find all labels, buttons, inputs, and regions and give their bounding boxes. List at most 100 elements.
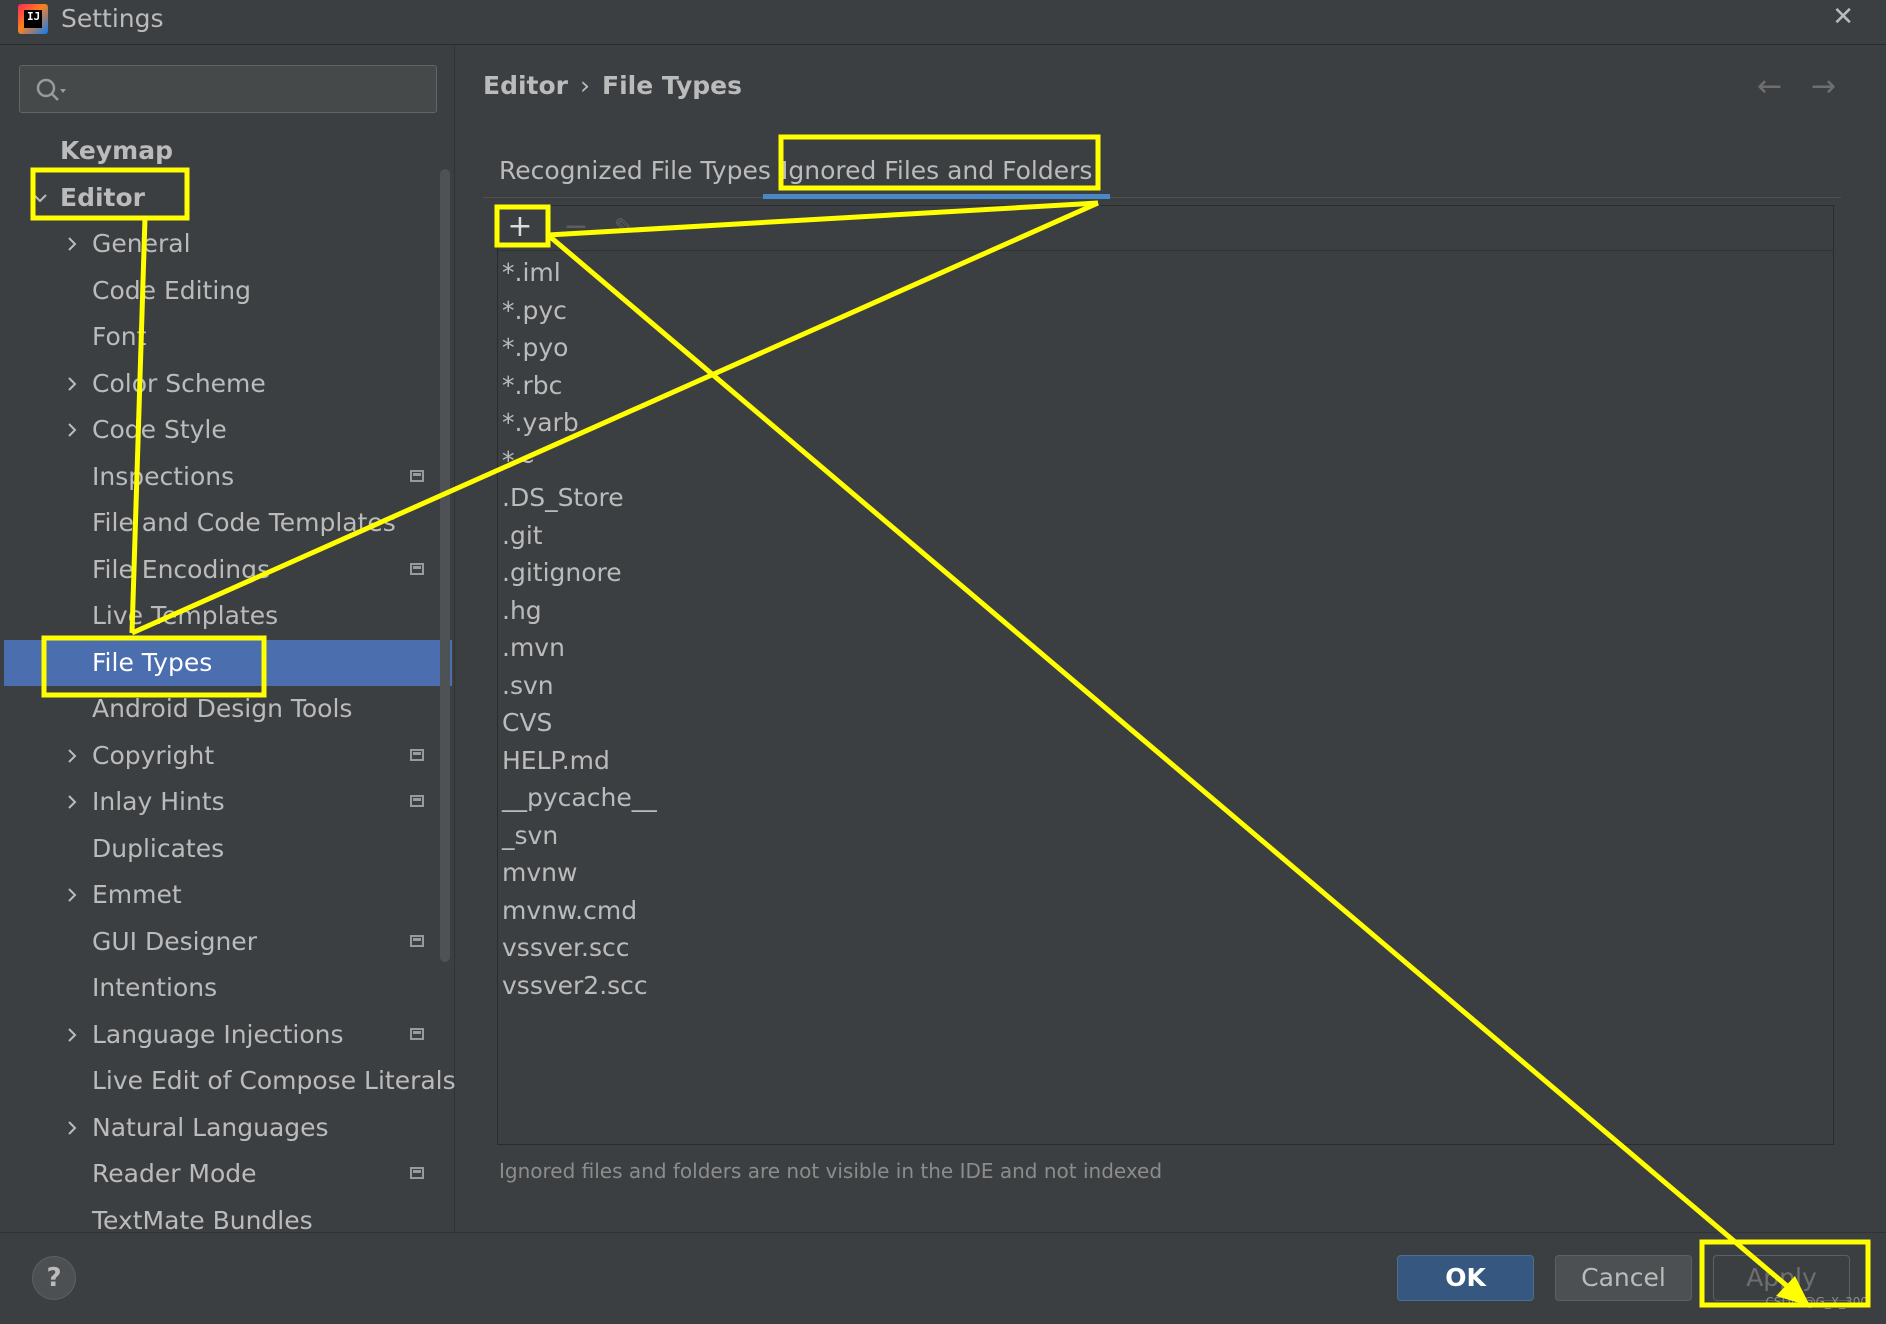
sidebar-item-inlay-hints[interactable]: Inlay Hints xyxy=(4,779,452,825)
sidebar-item-label: Live Templates xyxy=(92,601,279,630)
remove-icon[interactable]: − xyxy=(560,212,592,244)
list-item[interactable]: .DS_Store xyxy=(502,479,624,516)
chevron-right-icon[interactable] xyxy=(62,1118,82,1138)
sidebar-item-live-templates[interactable]: Live Templates xyxy=(4,593,452,639)
search-input[interactable] xyxy=(78,72,422,106)
sidebar-item-label: Copyright xyxy=(92,740,215,770)
back-arrow-icon[interactable]: ← xyxy=(1757,69,1782,104)
sidebar-item-copyright[interactable]: Copyright xyxy=(4,733,452,779)
cancel-button[interactable]: Cancel xyxy=(1555,1255,1692,1301)
chevron-right-icon[interactable] xyxy=(62,1025,82,1045)
project-scope-icon xyxy=(410,562,424,575)
chevron-down-icon[interactable] xyxy=(30,188,50,208)
list-item[interactable]: .mvn xyxy=(502,629,565,666)
ok-button[interactable]: OK xyxy=(1397,1255,1534,1301)
chevron-right-icon[interactable] xyxy=(62,234,82,254)
tab-recognized-file-types[interactable]: Recognized File Types xyxy=(499,145,771,197)
tab-ignored-files-and-folders[interactable]: Ignored Files and Folders xyxy=(763,145,1111,199)
sidebar-item-color-scheme[interactable]: Color Scheme xyxy=(4,361,452,407)
help-button[interactable]: ? xyxy=(32,1256,76,1300)
sidebar-item-label: Language Injections xyxy=(92,1019,344,1049)
list-item[interactable]: *.yarb xyxy=(502,404,579,441)
file-types-panel: Editor › File Types ← → Recognized File Ty… xyxy=(455,45,1886,1232)
list-item[interactable]: .svn xyxy=(502,667,554,704)
search-field[interactable] xyxy=(19,65,437,113)
list-item[interactable]: _svn xyxy=(502,817,558,854)
intellij-logo-icon: IJ xyxy=(18,4,48,34)
sidebar-item-file-types[interactable]: File Types xyxy=(4,639,452,686)
list-item[interactable]: *.iml xyxy=(502,254,561,291)
list-item[interactable]: CVS xyxy=(502,704,552,741)
sidebar-item-label: Reader Mode xyxy=(92,1159,257,1188)
sidebar-item-label: Color Scheme xyxy=(92,368,266,398)
list-toolbar: + − ✎ xyxy=(498,206,1833,251)
edit-icon[interactable]: ✎ xyxy=(608,212,640,244)
dialog-footer: ? OK Cancel Apply CSDN @G_X_300 xyxy=(0,1232,1886,1324)
sidebar-item-duplicates[interactable]: Duplicates xyxy=(4,826,452,872)
title-bar: IJ Settings ✕ xyxy=(0,0,1886,45)
sidebar-item-editor[interactable]: Editor xyxy=(4,175,452,221)
sidebar-item-inspections[interactable]: Inspections xyxy=(4,454,452,500)
sidebar-item-live-edit-of-compose-literals[interactable]: Live Edit of Compose Literals xyxy=(4,1058,456,1104)
sidebar-item-android-design-tools[interactable]: Android Design Tools xyxy=(4,686,452,732)
sidebar-item-general[interactable]: General xyxy=(4,221,452,267)
list-item[interactable]: *.rbc xyxy=(502,367,562,404)
list-item[interactable]: mvnw.cmd xyxy=(502,892,637,929)
hint-text: Ignored files and folders are not visibl… xyxy=(499,1159,1163,1183)
sidebar-item-label: General xyxy=(92,229,191,258)
breadcrumb-separator: › xyxy=(580,71,590,100)
sidebar-item-reader-mode[interactable]: Reader Mode xyxy=(4,1151,452,1197)
list-item[interactable]: .hg xyxy=(502,592,542,629)
sidebar-item-label: Code Style xyxy=(92,415,227,444)
sidebar-item-gui-designer[interactable]: GUI Designer xyxy=(4,919,452,965)
forward-arrow-icon[interactable]: → xyxy=(1811,69,1836,104)
sidebar-item-label: Intentions xyxy=(92,973,218,1002)
sidebar-item-file-encodings[interactable]: File Encodings xyxy=(4,547,452,593)
sidebar-scrollbar[interactable] xyxy=(440,169,450,962)
list-item[interactable]: .git xyxy=(502,517,543,554)
ignored-list-panel: + − ✎ *.iml *.pyc *.pyo *.rbc *.yarb *~ .DS_St… xyxy=(497,205,1834,1145)
settings-sidebar: Keymap Editor General Code Editing Font Color… xyxy=(0,45,456,1235)
sidebar-item-label: Editor xyxy=(60,182,145,212)
sidebar-item-label: GUI Designer xyxy=(92,926,257,956)
list-item[interactable]: vssver2.scc xyxy=(502,967,648,1004)
sidebar-item-emmet[interactable]: Emmet xyxy=(4,872,452,918)
list-item[interactable]: HELP.md xyxy=(502,742,610,779)
chevron-right-icon[interactable] xyxy=(62,374,82,394)
sidebar-item-label: Live Edit of Compose Literals xyxy=(92,1066,456,1095)
breadcrumb-parent[interactable]: Editor xyxy=(483,71,568,100)
sidebar-item-label: Code Editing xyxy=(92,275,252,305)
sidebar-item-language-injections[interactable]: Language Injections xyxy=(4,1012,452,1058)
chevron-right-icon[interactable] xyxy=(62,420,82,440)
list-item[interactable]: __pycache__ xyxy=(502,779,657,816)
sidebar-item-natural-languages[interactable]: Natural Languages xyxy=(4,1105,452,1151)
list-item[interactable]: *~ xyxy=(502,442,535,479)
sidebar-item-intentions[interactable]: Intentions xyxy=(4,965,452,1011)
close-icon[interactable]: ✕ xyxy=(1832,2,1854,32)
list-item[interactable]: mvnw xyxy=(502,854,577,891)
chevron-right-icon[interactable] xyxy=(62,885,82,905)
add-icon[interactable]: + xyxy=(504,212,536,244)
sidebar-item-label: Android Design Tools xyxy=(92,694,353,723)
sidebar-item-code-editing[interactable]: Code Editing xyxy=(4,268,452,314)
sidebar-item-label: File Encodings xyxy=(92,554,271,584)
project-scope-icon xyxy=(410,934,424,947)
sidebar-item-label: Inspections xyxy=(92,461,235,491)
project-scope-icon xyxy=(410,748,424,761)
watermark: CSDN @G_X_300 xyxy=(1765,1295,1868,1309)
list-item[interactable]: *.pyc xyxy=(502,292,567,329)
sidebar-item-code-style[interactable]: Code Style xyxy=(4,407,452,453)
list-item[interactable]: .gitignore xyxy=(502,554,622,591)
sidebar-item-label: File and Code Templates xyxy=(92,508,396,537)
list-item[interactable]: vssver.scc xyxy=(502,929,629,966)
tab-bar: Recognized File Types Ignored Files and … xyxy=(483,145,1841,199)
project-scope-icon xyxy=(410,1167,424,1179)
chevron-right-icon[interactable] xyxy=(62,746,82,766)
sidebar-item-file-and-code-templates[interactable]: File and Code Templates xyxy=(4,500,452,546)
window-title: Settings xyxy=(61,4,164,33)
chevron-right-icon[interactable] xyxy=(62,792,82,812)
sidebar-item-keymap[interactable]: Keymap xyxy=(4,128,452,174)
list-item[interactable]: *.pyo xyxy=(502,329,568,366)
sidebar-item-label: File Types xyxy=(92,647,213,677)
sidebar-item-font[interactable]: Font xyxy=(4,314,452,360)
